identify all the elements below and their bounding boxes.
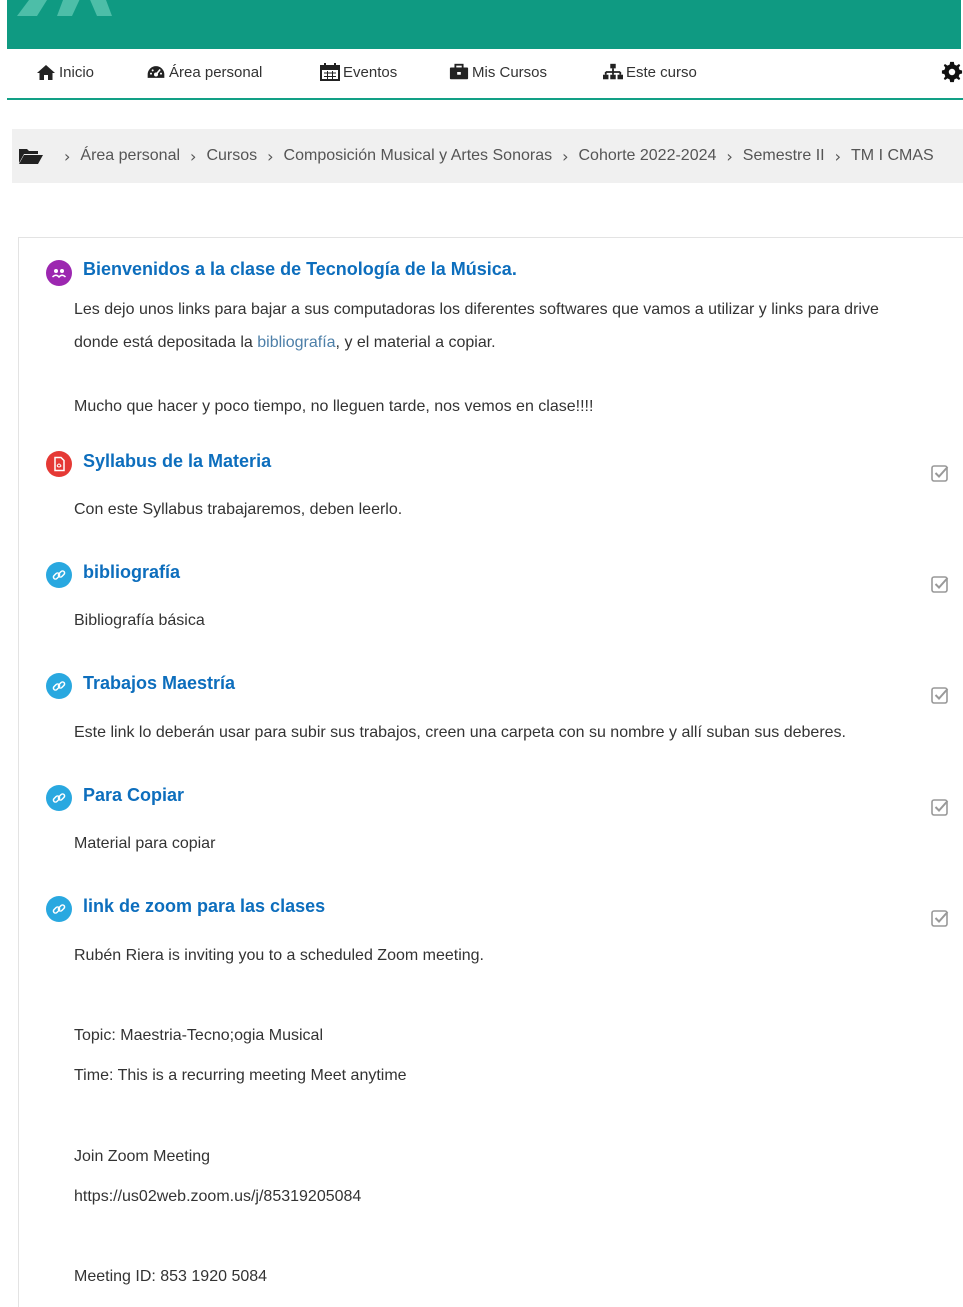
completion-checkbox-icon[interactable] [931,464,949,482]
breadcrumb-separator: › [64,146,71,166]
activity-title-trabajos[interactable]: Trabajos Maestría [83,673,235,694]
nav-home-label: Inicio [59,63,95,81]
welcome-text-line1: Les dejo unos links para bajar a sus com… [74,301,879,318]
activity-title-zoom[interactable]: link de zoom para las clases [83,896,325,917]
forum-icon [46,260,72,286]
welcome-text-suffix: , y el material a copiar. [335,334,496,351]
breadcrumb-separator: › [834,146,842,166]
breadcrumb-separator: › [562,146,569,166]
completion-checkbox-icon[interactable] [931,909,949,927]
breadcrumb-separator: › [726,146,733,166]
activity-desc-bibliografia: Bibliografía básica [74,612,205,629]
breadcrumb-item-cohorte[interactable]: Cohorte 2022-2024 [579,147,717,165]
calendar-icon [320,63,340,81]
nav-home[interactable]: Inicio [36,63,94,81]
breadcrumb-item-course[interactable]: TM I CMAS [851,147,934,165]
breadcrumb-separator: › [267,146,274,166]
completion-checkbox-icon[interactable] [931,686,949,704]
zoom-meeting-id: Meeting ID: 853 1920 5084 [74,1268,268,1285]
link-icon [46,673,72,699]
nav-this-course[interactable]: Este curso [603,63,697,81]
breadcrumb-separator: › [190,146,197,166]
breadcrumb-item-cursos[interactable]: Cursos [206,147,257,165]
welcome-text-line2: donde está depositada la bibliografía, y… [74,334,496,352]
nav-dashboard[interactable]: Área personal [146,63,262,81]
briefcase-icon [449,63,469,80]
zoom-topic: Topic: Maestria-Tecno;ogia Musical [74,1027,323,1044]
welcome-forum-title[interactable]: Bienvenidos a la clase de Tecnología de … [83,259,517,280]
site-logo[interactable] [17,0,117,32]
folder-open-icon[interactable] [18,147,44,165]
home-icon [37,65,55,80]
activity-desc-para-copiar: Material para copiar [74,835,216,852]
dashboard-icon [147,66,165,78]
link-icon [46,562,72,588]
link-icon [46,785,72,811]
activity-desc-zoom: Rubén Riera is inviting you to a schedul… [74,947,484,964]
breadcrumb-item-composicion[interactable]: Composición Musical y Artes Sonoras [284,147,553,165]
course-section: Bienvenidos a la clase de Tecnología de … [18,237,963,1307]
completion-checkbox-icon[interactable] [931,798,949,816]
nav-events-label: Eventos [343,63,398,81]
breadcrumb: › Área personal › Cursos › Composición M… [12,129,963,183]
gear-icon[interactable] [941,61,963,83]
welcome-text-line3: Mucho que hacer y poco tiempo, no llegue… [74,398,594,415]
activity-title-bibliografia[interactable]: bibliografía [83,562,180,583]
breadcrumb-item-area-personal[interactable]: Área personal [80,147,180,165]
breadcrumb-item-semestre[interactable]: Semestre II [743,147,825,165]
header-bar [7,0,961,49]
activity-desc-syllabus: Con este Syllabus trabajaremos, deben le… [74,501,403,518]
activity-desc-trabajos: Este link lo deberán usar para subir sus… [74,724,846,741]
nav-this-course-label: Este curso [626,63,697,81]
pdf-icon [46,451,72,477]
zoom-url: https://us02web.zoom.us/j/85319205084 [74,1188,362,1205]
sitemap-icon [603,63,623,80]
link-icon [46,896,72,922]
welcome-text-prefix: donde está depositada la [74,334,258,351]
nav-my-courses-label: Mis Cursos [472,63,548,81]
activity-title-syllabus[interactable]: Syllabus de la Materia [83,451,271,472]
completion-checkbox-icon[interactable] [931,575,949,593]
nav-events[interactable]: Eventos [320,63,397,81]
nav-my-courses[interactable]: Mis Cursos [449,63,547,81]
nav-dashboard-label: Área personal [169,63,263,81]
bibliografia-inline-link[interactable]: bibliografía [257,334,335,351]
activity-title-para-copiar[interactable]: Para Copiar [83,785,184,806]
zoom-join-label: Join Zoom Meeting [74,1148,211,1165]
zoom-time: Time: This is a recurring meeting Meet a… [74,1067,407,1084]
main-nav: Inicio Área personal Eventos Mis Cursos … [7,49,963,100]
